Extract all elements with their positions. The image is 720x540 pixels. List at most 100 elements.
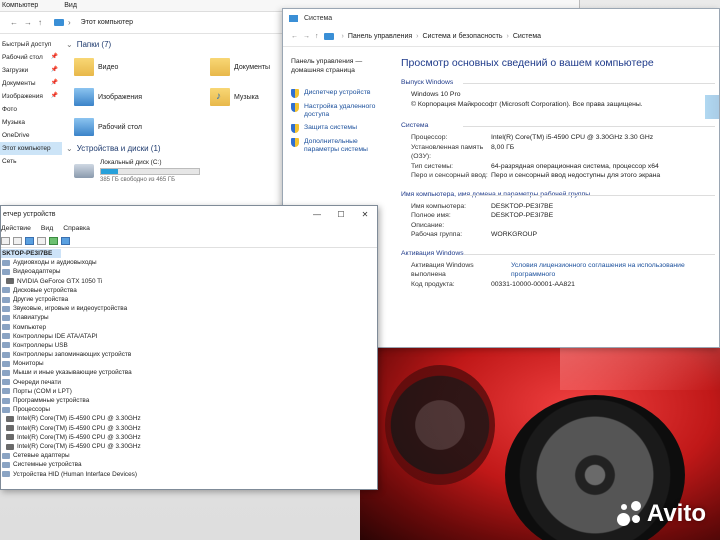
category-icon — [2, 314, 10, 321]
device-category[interactable]: Клавиатуры — [1, 313, 377, 322]
device-category[interactable]: Контроллеры запоминающих устройств — [1, 350, 377, 359]
system-protection-link[interactable]: Защита системы — [291, 124, 391, 133]
pin-icon: 📌 — [50, 93, 58, 99]
menu-help[interactable]: Справка — [63, 225, 90, 232]
explorer-sidebar: Быстрый доступ Рабочий стол 📌 Загрузки 📌 Доку… — [0, 38, 62, 210]
sidebar-item[interactable]: Сеть — [0, 155, 62, 168]
computer-name-row-value: WORKGROUP — [491, 231, 538, 238]
device-tree-root[interactable]: SKTOP-PE3I7BE — [1, 249, 61, 259]
device-item[interactable]: Intel(R) Core(TM) i5-4590 CPU @ 3.30GHz — [1, 442, 377, 451]
sidebar-item[interactable]: Загрузки 📌 — [0, 64, 62, 77]
video-folder-icon — [74, 58, 94, 76]
computer-name-row: Имя компьютера: DESKTOP-PE3I7BE — [401, 202, 719, 212]
device-category[interactable]: Процессоры — [1, 405, 377, 414]
device-tree-label: Контроллеры IDE ATA/ATAPI — [13, 332, 98, 340]
device-category[interactable]: Порты (COM и LPT) — [1, 387, 377, 396]
forward-arrow-icon[interactable]: → — [24, 18, 32, 27]
computer-name-row-label: Описание: — [411, 221, 445, 229]
activation-section: Активация Windows — [401, 250, 719, 257]
device-category[interactable]: Мыши и иные указывающие устройства — [1, 368, 377, 377]
desktop-folder-icon — [74, 118, 94, 136]
pin-icon: 📌 — [50, 54, 58, 60]
ribbon-tab-view[interactable]: Вид — [64, 2, 77, 9]
system-address-bar[interactable]: ← → ↑ › Панель управления › Система и бе… — [283, 27, 719, 47]
folder-desktop[interactable]: Рабочий стол — [74, 118, 190, 136]
device-category[interactable]: Очереди печати — [1, 378, 377, 387]
folder-pictures[interactable]: Изображения — [74, 88, 190, 106]
device-category[interactable]: Устройства HID (Human Interface Devices) — [1, 470, 377, 479]
device-item[interactable]: Intel(R) Core(TM) i5-4590 CPU @ 3.30GHz — [1, 414, 377, 423]
drive-free-space: 385 ГБ свободно из 465 ГБ — [100, 177, 176, 183]
up-arrow-icon[interactable]: ↑ — [315, 33, 319, 40]
computer-name-row-value: DESKTOP-PE3I7BE — [491, 212, 554, 219]
scan-hardware-icon[interactable] — [49, 236, 58, 245]
monitor-icon[interactable] — [61, 236, 70, 245]
breadcrumb[interactable]: Этот компьютер — [81, 19, 133, 26]
minimize-icon[interactable]: — — [305, 210, 329, 219]
category-icon — [2, 397, 10, 404]
device-tree-label: Intel(R) Core(TM) i5-4590 CPU @ 3.30GHz — [17, 442, 141, 450]
device-category[interactable]: Системные устройства — [1, 460, 377, 469]
sidebar-item[interactable]: Быстрый доступ — [0, 38, 62, 51]
category-icon — [2, 360, 10, 367]
up-arrow-icon[interactable]: ↑ — [38, 18, 42, 27]
chevron-down-icon: ⌄ — [66, 144, 73, 153]
menu-action[interactable]: Действие — [1, 225, 31, 232]
folder-video[interactable]: Видео — [74, 58, 190, 76]
list-view-icon[interactable] — [13, 236, 22, 245]
system-info-row: Тип системы: 64-разрядная операционная си… — [401, 162, 719, 172]
update-driver-icon[interactable] — [37, 236, 46, 245]
device-category[interactable]: Дисковые устройства — [1, 286, 377, 295]
device-category[interactable]: Звуковые, игровые и видеоустройства — [1, 304, 377, 313]
breadcrumb-system[interactable]: Система — [513, 33, 541, 40]
properties-icon[interactable] — [1, 236, 10, 245]
device-category[interactable]: Программные устройства — [1, 396, 377, 405]
help-icon[interactable] — [25, 236, 34, 245]
back-arrow-icon[interactable]: ← — [10, 18, 18, 27]
system-info-row-label: Установленная память (ОЗУ): — [411, 143, 484, 161]
system-titlebar[interactable]: Система — [283, 9, 719, 27]
sidebar-item[interactable]: Документы 📌 — [0, 77, 62, 90]
device-category[interactable]: Видеоадаптеры — [1, 267, 377, 276]
device-category[interactable]: Компьютер — [1, 323, 377, 332]
device-item[interactable]: NVIDIA GeForce GTX 1050 Ti — [1, 277, 377, 286]
forward-arrow-icon[interactable]: → — [303, 33, 310, 40]
system-section: Система — [401, 122, 719, 129]
sidebar-item[interactable]: Музыка — [0, 116, 62, 129]
breadcrumb-control-panel[interactable]: Панель управления — [348, 33, 412, 40]
license-terms-link[interactable]: Условия лицензионного соглашения на испо… — [511, 261, 719, 280]
device-item[interactable]: Intel(R) Core(TM) i5-4590 CPU @ 3.30GHz — [1, 433, 377, 442]
device-category[interactable]: Другие устройства — [1, 295, 377, 304]
device-manager-titlebar[interactable]: етчер устройств — ☐ ✕ — [1, 206, 377, 222]
menu-view[interactable]: Вид — [41, 225, 53, 232]
category-icon — [2, 305, 10, 312]
control-panel-home-link[interactable]: Панель управления — домашняя страница — [291, 57, 391, 75]
sidebar-item[interactable]: Изображения 📌 — [0, 90, 62, 103]
sidebar-item[interactable]: Фото — [0, 103, 62, 116]
sidebar-item[interactable]: OneDrive — [0, 129, 62, 142]
sidebar-item[interactable]: Рабочий стол 📌 — [0, 51, 62, 64]
device-item[interactable]: Intel(R) Core(TM) i5-4590 CPU @ 3.30GHz — [1, 424, 377, 433]
category-icon — [2, 452, 10, 459]
category-icon — [2, 406, 10, 413]
shield-icon — [291, 89, 299, 98]
back-arrow-icon[interactable]: ← — [291, 33, 298, 40]
breadcrumb-system-security[interactable]: Система и безопасность — [423, 33, 503, 40]
device-category[interactable]: Контроллеры IDE ATA/ATAPI — [1, 332, 377, 341]
device-tree-label: Другие устройства — [13, 295, 69, 303]
maximize-icon[interactable]: ☐ — [329, 210, 353, 219]
device-category[interactable]: Сетевые адаптеры — [1, 451, 377, 460]
close-icon[interactable]: ✕ — [353, 210, 377, 219]
device-manager-link[interactable]: Диспетчер устройств — [291, 89, 391, 98]
device-category[interactable]: Контроллеры USB — [1, 341, 377, 350]
device-tree-label: Мониторы — [13, 360, 44, 368]
remote-settings-link[interactable]: Настройка удаленного доступа — [291, 103, 391, 119]
system-info-row-label: Процессор: — [411, 134, 448, 141]
advanced-settings-link[interactable]: Дополнительные параметры системы — [291, 138, 391, 154]
sidebar-item[interactable]: Этот компьютер — [0, 142, 62, 155]
device-category[interactable]: Мониторы — [1, 359, 377, 368]
device-manager-title: етчер устройств — [3, 210, 56, 218]
device-category[interactable]: Аудиовходы и аудиовыходы — [1, 258, 377, 267]
category-icon — [2, 379, 10, 386]
ribbon-tab-computer[interactable]: Компьютер — [2, 2, 38, 9]
